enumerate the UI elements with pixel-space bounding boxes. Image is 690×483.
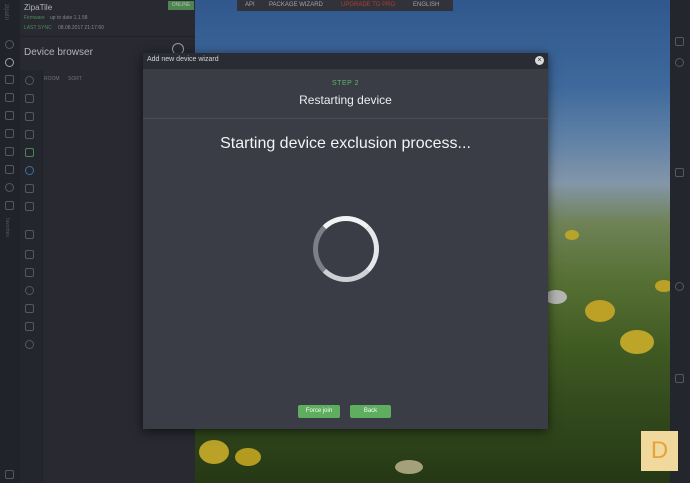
step-heading: Restarting device — [299, 93, 392, 107]
d-logo: D — [641, 431, 678, 471]
step-label: STEP 2 — [332, 80, 359, 87]
add-device-wizard-dialog: Add new device wizard × STEP 2 Restartin… — [143, 53, 548, 429]
force-join-button[interactable]: Force join — [298, 405, 340, 418]
back-button[interactable]: Back — [350, 405, 391, 418]
dialog-title: Add new device wizard — [147, 56, 219, 63]
loading-spinner-icon — [313, 216, 379, 282]
divider — [143, 118, 548, 119]
dialog-header: Add new device wizard × — [143, 53, 548, 69]
status-message: Starting device exclusion process... — [220, 135, 471, 152]
close-icon[interactable]: × — [535, 56, 544, 65]
